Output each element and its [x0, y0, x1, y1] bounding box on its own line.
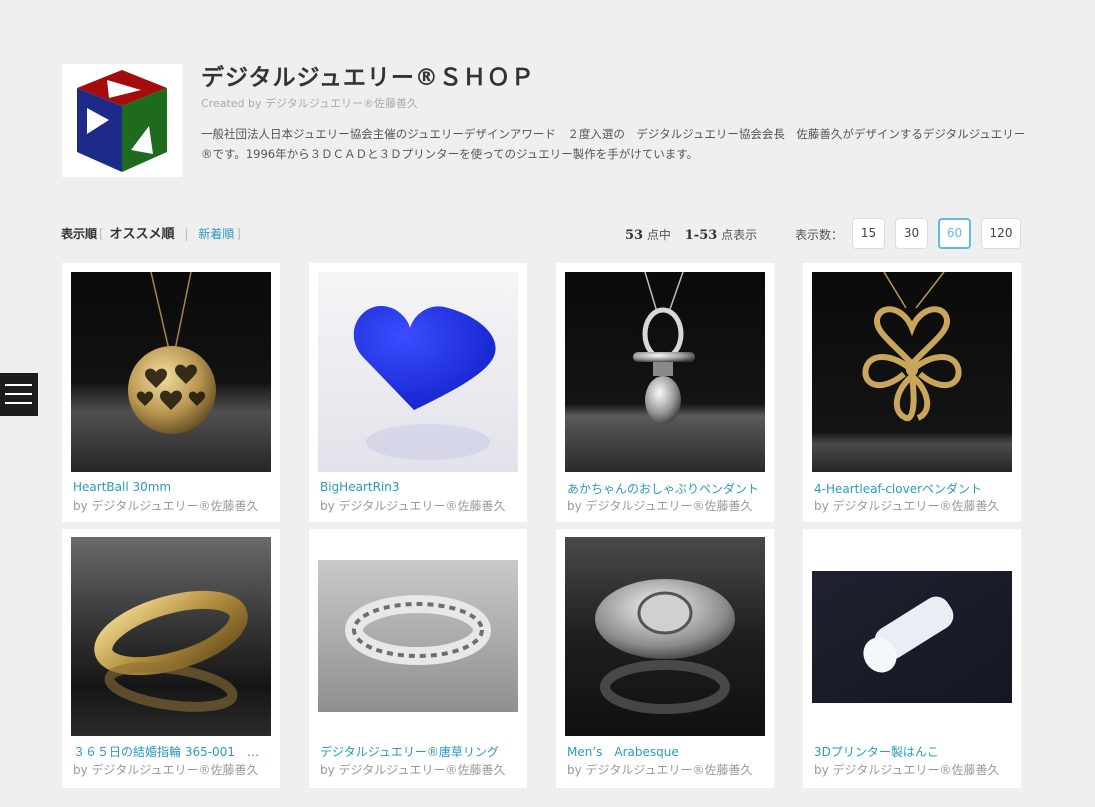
per-page-15-button[interactable]: 15: [852, 218, 885, 249]
blue-heart-image[interactable]: [318, 272, 518, 472]
product-card[interactable]: 3Dプリンター製はんこ by デジタルジュエリー®佐藤善久: [803, 529, 1021, 788]
sort-option-newest[interactable]: 新着順: [198, 227, 234, 241]
product-name[interactable]: デジタルジュエリー®唐草リング: [320, 743, 520, 760]
total-count-suffix: 点中: [646, 228, 671, 242]
sort-label: 表示順: [61, 227, 98, 241]
product-name[interactable]: 3Dプリンター製はんこ: [814, 743, 1014, 760]
product-author: by デジタルジュエリー®佐藤善久: [320, 499, 506, 513]
page-title: デジタルジュエリー®ＳＨＯＰ: [201, 65, 535, 91]
product-card[interactable]: BigHeartRin3 by デジタルジュエリー®佐藤善久: [309, 263, 527, 522]
per-page-label: 表示数：: [795, 228, 844, 242]
total-count: 53: [625, 228, 644, 243]
display-range-suffix: 点表示: [721, 228, 758, 242]
sort-separator: |: [184, 227, 189, 241]
product-name[interactable]: 4-Heartleaf-cloverペンダント: [814, 480, 1014, 497]
shop-logo: [62, 64, 182, 177]
display-range: 1-53: [684, 228, 718, 243]
product-card[interactable]: 4-Heartleaf-cloverペンダント by デジタルジュエリー®佐藤善…: [803, 263, 1021, 522]
hamburger-menu-icon[interactable]: [0, 373, 38, 416]
printed-stamp-image[interactable]: [812, 571, 1012, 703]
silver-arabesque-ring-image[interactable]: [318, 560, 518, 712]
per-page-30-button[interactable]: 30: [895, 218, 928, 249]
per-page-120-button[interactable]: 120: [981, 218, 1021, 249]
creator-name[interactable]: デジタルジュエリー®佐藤善久: [265, 97, 418, 110]
product-author: by デジタルジュエリー®佐藤善久: [73, 763, 259, 777]
product-card[interactable]: あかちゃんのおしゃぶりペンダント by デジタルジュエリー®佐藤善久: [556, 263, 774, 522]
product-author: by デジタルジュエリー®佐藤善久: [567, 763, 753, 777]
product-card[interactable]: Men’s Arabesque by デジタルジュエリー®佐藤善久: [556, 529, 774, 788]
shop-description: 一般社団法人日本ジュエリー協会主催のジュエリーデザインアワード ２度入選の デジ…: [201, 127, 1026, 161]
sort-option-recommended[interactable]: オススメ順: [110, 227, 175, 242]
pacifier-pendant-image[interactable]: [565, 272, 765, 472]
product-name[interactable]: ３６５日の結婚指輪 365-001 …: [73, 743, 273, 760]
product-author: by デジタルジュエリー®佐藤善久: [814, 499, 1000, 513]
heart-ball-pendant-image[interactable]: [71, 272, 271, 472]
created-by: Created by デジタルジュエリー®佐藤善久: [201, 95, 418, 111]
clover-pendant-image[interactable]: [812, 272, 1012, 472]
per-page-60-button[interactable]: 60: [938, 218, 971, 249]
product-author: by デジタルジュエリー®佐藤善久: [320, 763, 506, 777]
sort-bracket-close: ]: [236, 227, 241, 241]
created-by-prefix: Created by: [201, 97, 262, 110]
product-name[interactable]: BigHeartRin3: [320, 480, 520, 494]
product-card[interactable]: ３６５日の結婚指輪 365-001 … by デジタルジュエリー®佐藤善久: [62, 529, 280, 788]
product-name[interactable]: あかちゃんのおしゃぶりペンダント: [567, 480, 767, 497]
cube-logo-icon: [77, 70, 167, 172]
gold-ring-image[interactable]: [71, 537, 271, 736]
product-author: by デジタルジュエリー®佐藤善久: [567, 499, 753, 513]
result-count: 53 点中 1-53 点表示: [625, 226, 757, 243]
product-author: by デジタルジュエリー®佐藤善久: [73, 499, 259, 513]
product-name[interactable]: Men’s Arabesque: [567, 743, 767, 760]
product-author: by デジタルジュエリー®佐藤善久: [814, 763, 1000, 777]
sort-bar: 表示順[ オススメ順 | 新着順]: [61, 223, 243, 242]
product-card[interactable]: HeartBall 30mm by デジタルジュエリー®佐藤善久: [62, 263, 280, 522]
mens-ring-image[interactable]: [565, 537, 765, 736]
product-name[interactable]: HeartBall 30mm: [73, 480, 273, 494]
product-card[interactable]: デジタルジュエリー®唐草リング by デジタルジュエリー®佐藤善久: [309, 529, 527, 788]
sort-bracket-open: [: [99, 227, 104, 241]
